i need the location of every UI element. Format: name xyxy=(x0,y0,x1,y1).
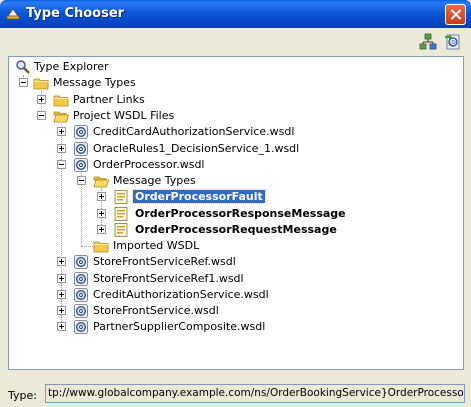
expand-icon[interactable] xyxy=(37,95,46,104)
tree-node-label-selected: OrderProcessorFault xyxy=(132,189,266,204)
wsdl-icon xyxy=(73,141,89,157)
app-icon xyxy=(5,6,21,22)
wsdl-icon xyxy=(73,157,89,173)
tree-node-label: Message Types xyxy=(53,76,136,89)
message-icon xyxy=(113,206,129,222)
tree-node-label: StoreFrontService.wsdl xyxy=(93,304,219,317)
tree-node-label: Type Explorer xyxy=(34,60,109,73)
wsdl-icon xyxy=(73,319,89,335)
type-explorer-tree[interactable]: Type Explorer Message Types Partner Link… xyxy=(8,56,464,370)
collapse-icon[interactable] xyxy=(77,176,86,185)
collapse-icon[interactable] xyxy=(57,160,66,169)
type-chooser-dialog: Type Chooser @ Type Explorer Message Typ… xyxy=(0,0,471,407)
message-icon xyxy=(113,222,129,238)
tree-node-label: CreditCardAuthorizationService.wsdl xyxy=(93,125,295,138)
tree-node-label: Message Types xyxy=(113,174,196,187)
wsdl-icon xyxy=(73,254,89,270)
tree-node-label: OracleRules1_DecisionService_1.wsdl xyxy=(93,142,300,155)
wsdl-icon xyxy=(73,271,89,287)
folder-icon xyxy=(93,238,109,254)
tree-node-label: Imported WSDL xyxy=(113,239,200,252)
expand-icon[interactable] xyxy=(57,290,66,299)
tree-node-label: OrderProcessorResponseMessage xyxy=(135,207,346,220)
search-icon xyxy=(15,59,31,75)
wsdl-icon xyxy=(73,303,89,319)
close-icon[interactable] xyxy=(445,4,466,25)
expand-icon[interactable] xyxy=(57,306,66,315)
svg-text:@: @ xyxy=(450,40,456,47)
folder-icon xyxy=(53,92,69,108)
title-bar[interactable]: Type Chooser xyxy=(0,0,471,28)
wsdl-icon xyxy=(73,124,89,140)
message-icon xyxy=(113,189,129,205)
tree-node-label: OrderProcessorRequestMessage xyxy=(135,223,337,236)
expand-icon[interactable] xyxy=(57,127,66,136)
expand-icon[interactable] xyxy=(97,192,106,201)
expand-icon[interactable] xyxy=(57,257,66,266)
tree-node-label: Project WSDL Files xyxy=(73,109,175,122)
expand-icon[interactable] xyxy=(97,209,106,218)
tree-node-label: StoreFrontServiceRef1.wsdl xyxy=(93,272,244,285)
window-title: Type Chooser xyxy=(26,6,125,21)
tree-node-label: StoreFrontServiceRef.wsdl xyxy=(93,255,236,268)
tree-node-label: Partner Links xyxy=(73,93,145,106)
collapse-icon[interactable] xyxy=(37,111,46,120)
open-folder-icon xyxy=(53,108,70,124)
open-folder-icon xyxy=(93,173,110,189)
expand-icon[interactable] xyxy=(97,225,106,234)
wsdl-icon xyxy=(73,287,89,303)
expand-icon[interactable] xyxy=(57,322,66,331)
expand-icon[interactable] xyxy=(57,274,66,283)
tree-node-label: OrderProcessor.wsdl xyxy=(93,158,205,171)
folder-icon xyxy=(33,75,49,91)
tree-connector xyxy=(81,246,93,247)
wsdl-import-icon[interactable]: @ xyxy=(444,33,462,51)
type-label: Type: xyxy=(8,389,37,402)
collapse-icon[interactable] xyxy=(19,78,28,87)
tree-node-label: CreditAuthorizationService.wsdl xyxy=(93,288,269,301)
type-field[interactable]: tp://www.globalcompany.example.com/ns/Or… xyxy=(45,384,465,403)
tree-node-label: PartnerSupplierComposite.wsdl xyxy=(93,320,266,333)
expand-icon[interactable] xyxy=(57,144,66,153)
tree-view-icon[interactable] xyxy=(419,33,437,51)
